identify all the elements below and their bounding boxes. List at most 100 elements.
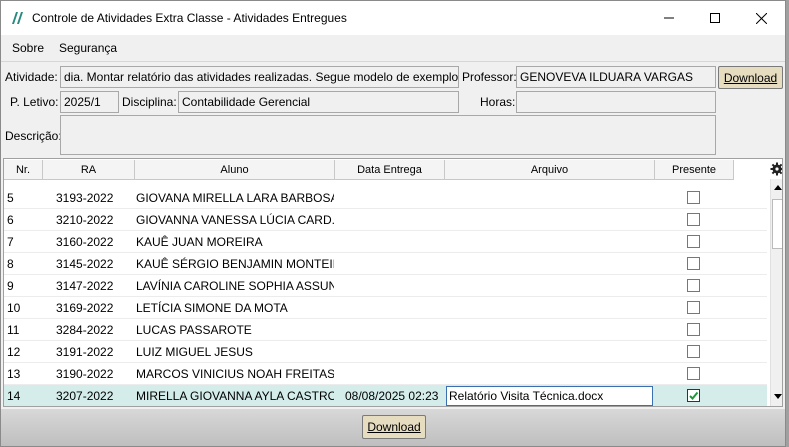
maximize-icon [710, 13, 720, 23]
minimize-icon [664, 17, 674, 19]
column-header-aluno[interactable]: Aluno [135, 160, 335, 180]
presente-checkbox[interactable] [687, 323, 700, 336]
disciplina-field[interactable]: Contabilidade Gerencial [178, 91, 459, 113]
column-header-data-entrega[interactable]: Data Entrega [335, 160, 445, 180]
column-header-nr[interactable]: Nr. [4, 160, 43, 180]
cell-ra: 3145-2022 [56, 257, 114, 271]
column-header-presente[interactable]: Presente [655, 160, 734, 180]
cell-arquivo [446, 275, 653, 297]
descricao-field[interactable] [60, 115, 716, 155]
menu-seguranca[interactable]: Segurança [59, 41, 117, 55]
cell-aluno: LETÍCIA SIMONE DA MOTA [136, 301, 288, 315]
cell-arquivo [446, 363, 653, 385]
table-row[interactable]: 12 3191-2022 LUIZ MIGUEL JESUS [4, 341, 767, 363]
maximize-button[interactable] [692, 1, 738, 35]
students-grid: Nr. RA Aluno Data Entrega Arquivo Presen… [3, 158, 783, 407]
cell-ra: 3284-2022 [56, 323, 114, 337]
horas-field[interactable] [516, 91, 716, 113]
cell-arquivo[interactable]: Relatório Visita Técnica.docx [446, 386, 653, 406]
descricao-label: Descrição: [5, 129, 62, 143]
cell-aluno: KAUÊ JUAN MOREIRA [136, 235, 263, 249]
cell-aluno: LUCAS PASSAROTE [136, 323, 252, 337]
cell-arquivo [446, 209, 653, 231]
table-row[interactable]: 10 3169-2022 LETÍCIA SIMONE DA MOTA [4, 297, 767, 319]
periodo-label: P. Letivo: [10, 95, 59, 109]
minimize-button[interactable] [646, 1, 692, 35]
cell-arquivo [446, 319, 653, 341]
scroll-down-icon[interactable] [773, 393, 783, 401]
table-row[interactable]: 14 3207-2022 MIRELLA GIOVANNA AYLA CASTRO 0… [4, 385, 767, 406]
presente-checkbox[interactable] [687, 345, 700, 358]
periodo-field[interactable]: 2025/1 [60, 91, 119, 113]
table-row[interactable]: 11 3284-2022 LUCAS PASSAROTE [4, 319, 767, 341]
table-row[interactable]: 8 3145-2022 KAUÊ SÉRGIO BENJAMIN MONTEIRO [4, 253, 767, 275]
vertical-scrollbar[interactable] [770, 179, 783, 406]
cell-ra: 3193-2022 [56, 191, 114, 205]
presente-checkbox[interactable] [687, 191, 700, 204]
bottom-bar: Download [1, 409, 785, 446]
cell-arquivo [446, 187, 653, 209]
disciplina-label: Disciplina: [122, 95, 177, 109]
close-icon [755, 12, 767, 24]
download-top-label: Download [723, 70, 778, 85]
close-button[interactable] [738, 1, 784, 35]
presente-checkbox[interactable] [687, 301, 700, 314]
professor-label: Professor: [462, 70, 517, 84]
cell-data-entrega [345, 275, 443, 297]
horas-label: Horas: [480, 95, 516, 109]
cell-aluno: LUIZ MIGUEL JESUS [136, 345, 253, 359]
cell-aluno: KAUÊ SÉRGIO BENJAMIN MONTEIRO [136, 257, 334, 271]
cell-data-entrega [345, 363, 443, 385]
checkmark-icon [689, 391, 699, 400]
cell-ra: 3160-2022 [56, 235, 114, 249]
menu-sobre[interactable]: Sobre [12, 41, 44, 55]
cell-ra: 3190-2022 [56, 367, 114, 381]
cell-aluno: LAVÍNIA CAROLINE SOPHIA ASSUN... [136, 279, 334, 293]
cell-nr: 7 [7, 235, 14, 249]
table-row[interactable]: 13 3190-2022 MARCOS VINICIUS NOAH FREITAS [4, 363, 767, 385]
atividade-field[interactable]: dia. Montar relatório das atividades rea… [60, 66, 459, 88]
cell-ra: 3210-2022 [56, 213, 114, 227]
cell-aluno: MARCOS VINICIUS NOAH FREITAS [136, 367, 334, 381]
title-bar: Controle de Atividades Extra Classe - At… [1, 1, 785, 35]
scroll-thumb[interactable] [772, 199, 782, 249]
cell-ra: 3147-2022 [56, 279, 114, 293]
presente-checkbox[interactable] [687, 213, 700, 226]
atividade-label: Atividade: [5, 70, 58, 84]
cell-data-entrega [345, 341, 443, 363]
download-top-button[interactable]: Download [718, 66, 783, 89]
cell-nr: 8 [7, 257, 14, 271]
app-logo-icon [12, 12, 23, 24]
presente-checkbox[interactable] [687, 279, 700, 292]
cell-nr: 14 [7, 389, 21, 403]
table-row[interactable]: 7 3160-2022 KAUÊ JUAN MOREIRA [4, 231, 767, 253]
cell-nr: 12 [7, 345, 21, 359]
presente-checkbox[interactable] [687, 235, 700, 248]
professor-field[interactable]: GENOVEVA ILDUARA VARGAS [516, 66, 716, 88]
cell-ra: 3207-2022 [56, 389, 114, 403]
cell-nr: 5 [7, 191, 14, 205]
cell-data-entrega [345, 319, 443, 341]
presente-checkbox[interactable] [687, 389, 700, 402]
column-header-ra[interactable]: RA [43, 160, 135, 180]
table-row[interactable]: 9 3147-2022 LAVÍNIA CAROLINE SOPHIA ASSUN.… [4, 275, 767, 297]
cell-aluno: GIOVANA MIRELLA LARA BARBOSA [136, 191, 334, 205]
table-row[interactable]: 5 3193-2022 GIOVANA MIRELLA LARA BARBOSA [4, 187, 767, 209]
cell-arquivo [446, 253, 653, 275]
menu-bar: Sobre Segurança [1, 37, 785, 59]
cell-arquivo [446, 297, 653, 319]
column-header-arquivo[interactable]: Arquivo [445, 160, 655, 180]
cell-ra: 3191-2022 [56, 345, 114, 359]
download-bottom-button[interactable]: Download [362, 415, 426, 439]
scroll-up-icon[interactable] [773, 183, 783, 191]
cell-ra: 3169-2022 [56, 301, 114, 315]
gear-icon[interactable] [770, 162, 783, 176]
table-row[interactable]: 6 3210-2022 GIOVANNA VANESSA LÚCIA CARD... [4, 209, 767, 231]
cell-aluno: MIRELLA GIOVANNA AYLA CASTRO [136, 389, 334, 403]
window-title: Controle de Atividades Extra Classe - At… [32, 11, 347, 25]
cell-nr: 10 [7, 301, 21, 315]
download-bottom-label: Download [367, 420, 421, 434]
presente-checkbox[interactable] [687, 367, 700, 380]
cell-nr: 9 [7, 279, 14, 293]
presente-checkbox[interactable] [687, 257, 700, 270]
